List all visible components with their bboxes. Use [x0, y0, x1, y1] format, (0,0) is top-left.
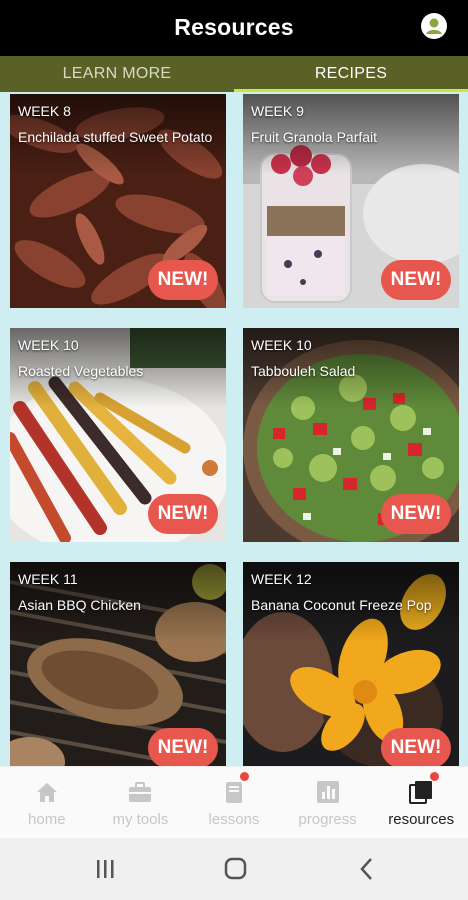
- nav-home[interactable]: home: [0, 767, 94, 838]
- nav-my-tools[interactable]: my tools: [94, 767, 188, 838]
- nav-lessons[interactable]: lessons: [187, 767, 281, 838]
- nav-resources[interactable]: resources: [374, 767, 468, 838]
- recipe-card[interactable]: WEEK 10 Roasted Vegetables NEW!: [10, 328, 226, 542]
- recipe-title: Enchilada stuffed Sweet Potato: [18, 129, 213, 145]
- new-badge: NEW!: [381, 494, 451, 534]
- back-icon[interactable]: [352, 855, 382, 883]
- recipe-week: WEEK 10: [18, 337, 79, 353]
- notification-dot: [240, 772, 250, 781]
- recipe-title: Fruit Granola Parfait: [251, 129, 378, 145]
- recipe-card[interactable]: WEEK 8 Enchilada stuffed Sweet Potato NE…: [10, 94, 226, 308]
- new-badge: NEW!: [381, 728, 451, 766]
- page-title: Resources: [174, 14, 294, 40]
- new-badge: NEW!: [148, 728, 218, 766]
- nav-label: home: [28, 811, 66, 828]
- nav-label: resources: [388, 811, 455, 828]
- recipe-week: WEEK 11: [18, 571, 78, 587]
- recipe-title: Roasted Vegetables: [18, 363, 144, 379]
- notification-dot: [430, 772, 440, 781]
- recipe-card[interactable]: WEEK 9 Fruit Granola Parfait NEW!: [243, 94, 459, 308]
- nav-label: my tools: [112, 811, 169, 828]
- book-icon: [225, 782, 242, 803]
- tab-learn-more[interactable]: LEARN MORE: [0, 56, 234, 92]
- recipe-title: Asian BBQ Chicken: [18, 597, 141, 613]
- recipe-week: WEEK 10: [251, 337, 312, 353]
- tab-label: LEARN MORE: [62, 65, 172, 82]
- home-icon: [36, 783, 57, 802]
- system-navigation-bar: [0, 838, 468, 900]
- app-bar: Resources: [0, 0, 468, 56]
- nav-label: lessons: [208, 811, 260, 828]
- recipe-week: WEEK 12: [251, 571, 312, 587]
- recent-apps-icon[interactable]: [90, 855, 120, 883]
- tab-label: RECIPES: [314, 65, 388, 82]
- resources-icon: [409, 781, 433, 804]
- recipes-grid: WEEK 8 Enchilada stuffed Sweet Potato NE…: [0, 92, 468, 766]
- home-circle-icon[interactable]: [220, 855, 250, 883]
- new-badge: NEW!: [148, 260, 218, 300]
- toolbox-icon: [129, 782, 152, 802]
- new-badge: NEW!: [148, 494, 218, 534]
- recipe-title: Banana Coconut Freeze Pop: [251, 597, 432, 613]
- bar-chart-icon: [316, 781, 339, 803]
- account-circle-icon[interactable]: [420, 12, 448, 40]
- new-badge: NEW!: [381, 260, 451, 300]
- recipe-card[interactable]: WEEK 12 Banana Coconut Freeze Pop NEW!: [243, 562, 459, 766]
- recipe-title: Tabbouleh Salad: [251, 363, 356, 379]
- nav-progress[interactable]: progress: [281, 767, 375, 838]
- tab-bar: LEARN MORE RECIPES: [0, 56, 468, 92]
- recipe-card[interactable]: WEEK 10 Tabbouleh Salad NEW!: [243, 328, 459, 542]
- tab-recipes[interactable]: RECIPES: [234, 56, 468, 92]
- bottom-navigation: home my tools lessons progress resources: [0, 766, 468, 838]
- recipe-week: WEEK 9: [251, 103, 304, 119]
- recipe-week: WEEK 8: [18, 103, 71, 119]
- nav-label: progress: [298, 811, 357, 828]
- recipe-card[interactable]: WEEK 11 Asian BBQ Chicken NEW!: [10, 562, 226, 766]
